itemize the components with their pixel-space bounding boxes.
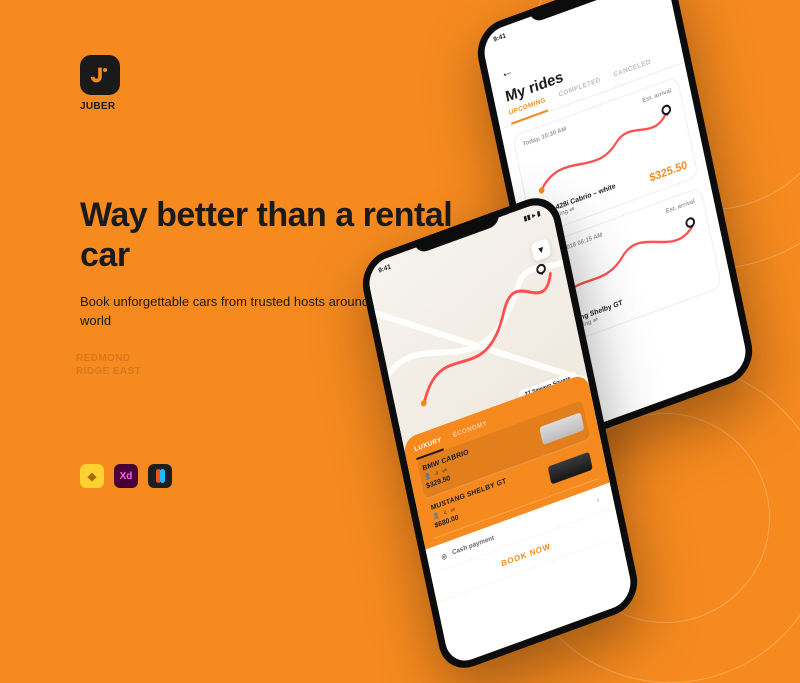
carsharing-icon: ⇌ [593,317,599,325]
carsharing-icon: ⇌ [569,206,575,214]
carsharing-icon: ⇌ [450,506,456,515]
carsharing-icon: ⇌ [441,466,447,475]
bg-map-label-line: REDMOND [76,353,141,366]
brand-logo-icon [80,55,120,95]
brand-name: JUBER [80,101,120,112]
adobe-xd-icon: Xd [114,464,138,488]
ride-price: $325.50 [649,159,689,184]
wallet-icon: ◎ [440,551,447,561]
brand-block: JUBER [80,55,120,112]
hero-subheadline: Book unforgettable cars from trusted hos… [80,293,410,331]
chevron-right-icon: › [596,495,600,505]
background-map-label: REDMOND RIDGE EAST [76,353,141,378]
passengers-count: 4 [443,510,447,517]
passengers-icon: 👤 [432,512,441,521]
passengers-count: 4 [435,470,439,477]
car-thumbnail [539,412,584,445]
back-icon[interactable]: ← [499,62,514,81]
design-tool-badges: ◆ Xd [80,464,172,488]
car-thumbnail [548,451,593,484]
figma-icon [148,464,172,488]
passengers-icon: 👤 [424,472,433,481]
bg-map-label-line: RIDGE EAST [76,366,141,379]
sketch-icon: ◆ [80,464,104,488]
filter-icon: ▼ [536,243,546,256]
